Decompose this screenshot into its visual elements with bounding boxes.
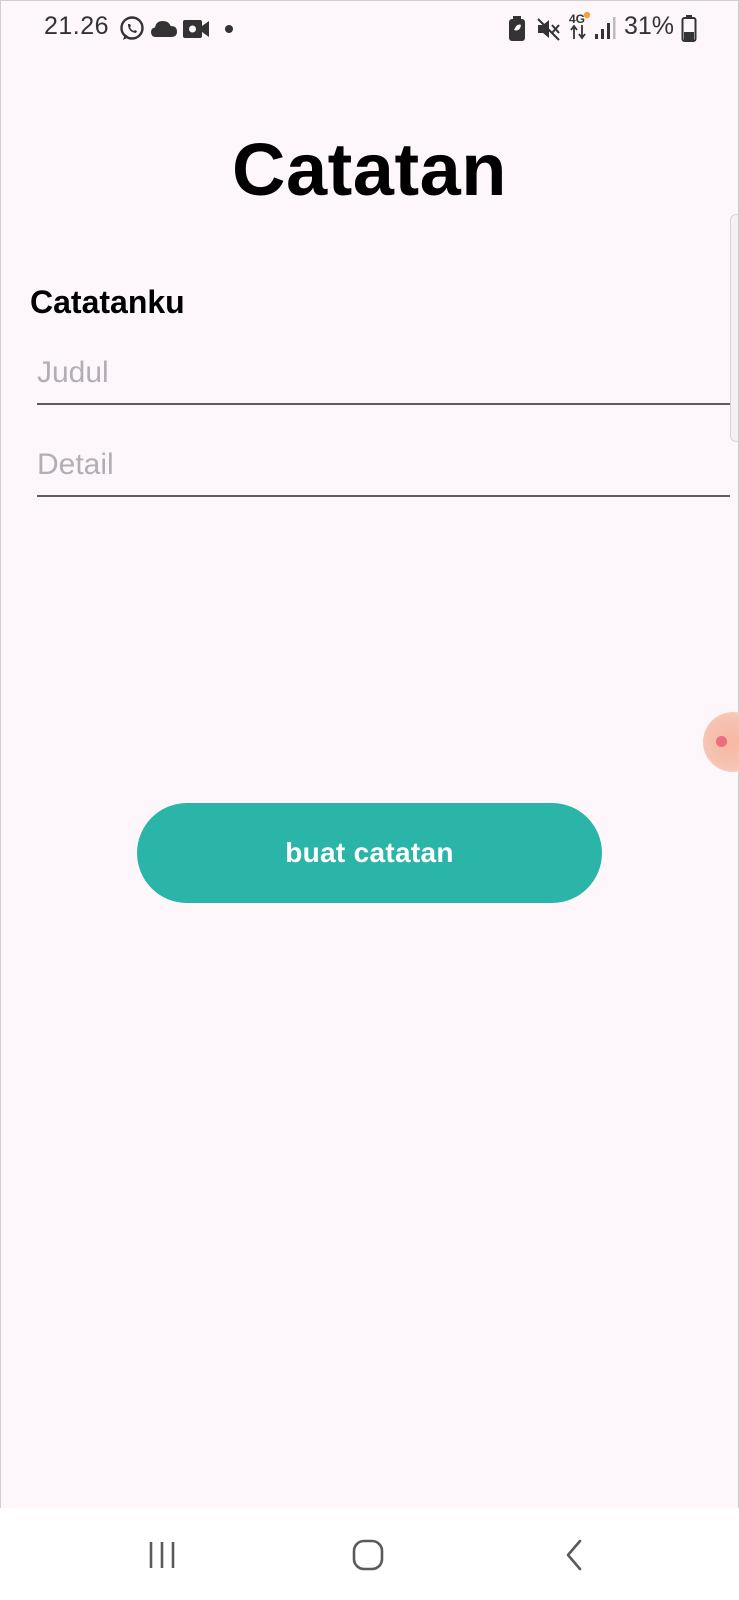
battery-percentage: 31% xyxy=(624,12,675,40)
page-title: Catatan xyxy=(232,128,507,211)
detail-field xyxy=(37,435,730,497)
svg-text:4G: 4G xyxy=(569,12,585,26)
4g-signal-icon: 4G xyxy=(569,11,591,40)
status-bar: 21.26 4G 31% xyxy=(0,0,739,58)
back-button[interactable] xyxy=(552,1533,596,1577)
mute-icon xyxy=(537,18,560,41)
battery-icon xyxy=(681,15,697,42)
title-field xyxy=(37,343,730,405)
recent-apps-icon xyxy=(149,1542,175,1568)
recording-dot-icon xyxy=(716,736,727,747)
create-note-button[interactable]: buat catatan xyxy=(137,803,602,903)
title-input[interactable] xyxy=(37,343,730,403)
device-frame xyxy=(0,0,739,1600)
whatsapp-icon xyxy=(120,16,144,40)
signal-strength-icon xyxy=(595,17,616,39)
detail-input[interactable] xyxy=(37,435,730,495)
video-camera-icon xyxy=(183,20,209,38)
home-button[interactable] xyxy=(346,1533,390,1577)
cloud-icon xyxy=(151,21,177,37)
recent-apps-button[interactable] xyxy=(140,1533,184,1577)
status-time: 21.26 xyxy=(44,12,110,40)
navigation-bar xyxy=(0,1508,739,1600)
dot-icon xyxy=(225,25,233,33)
floating-bubble[interactable] xyxy=(703,712,739,772)
edge-panel-handle[interactable] xyxy=(730,214,738,442)
back-icon xyxy=(566,1539,582,1571)
battery-saver-icon xyxy=(509,16,525,41)
section-label: Catatanku xyxy=(30,284,185,320)
home-icon xyxy=(352,1539,384,1571)
